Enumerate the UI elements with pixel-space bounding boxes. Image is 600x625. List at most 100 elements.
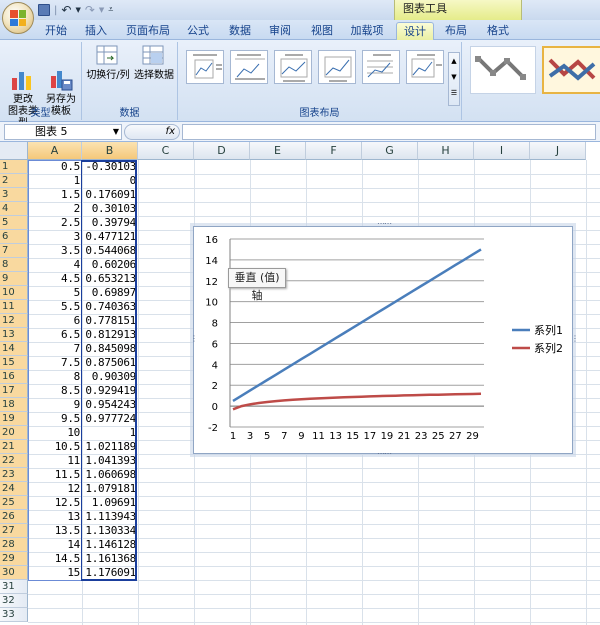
cell-b[interactable]: 1.041393 — [82, 454, 138, 468]
column-header-e[interactable]: E — [250, 142, 306, 160]
cell-b[interactable]: 0.977724 — [82, 412, 138, 426]
switch-row-column-button[interactable]: 切换行/列 — [86, 44, 130, 82]
cell-a[interactable]: 3.5 — [28, 244, 82, 258]
row-header[interactable]: 19 — [0, 412, 28, 426]
cell-b[interactable]: 0.60206 — [82, 258, 138, 272]
insert-function-button[interactable]: fx — [124, 124, 180, 140]
chevron-down-icon[interactable]: ▼ — [113, 125, 119, 139]
row-header[interactable]: 10 — [0, 286, 28, 300]
row-header[interactable]: 1 — [0, 160, 28, 174]
cell-a[interactable]: 12.5 — [28, 496, 82, 510]
row-header[interactable]: 5 — [0, 216, 28, 230]
cell-a[interactable]: 7 — [28, 342, 82, 356]
cell-b[interactable]: 0.544068 — [82, 244, 138, 258]
resize-handle-top[interactable]: ⋯⋯ — [377, 220, 392, 228]
cell-a[interactable]: 2.5 — [28, 216, 82, 230]
row-header[interactable]: 21 — [0, 440, 28, 454]
cell-b[interactable]: 0.778151 — [82, 314, 138, 328]
row-header[interactable]: 3 — [0, 188, 28, 202]
dropdown-icon[interactable]: ▼ — [75, 6, 80, 14]
layout-gallery-scroll[interactable]: ▲ ▼ ☰ — [448, 52, 460, 106]
cell-b[interactable]: 0.30103 — [82, 202, 138, 216]
resize-handle-bottom[interactable]: ⋯⋯ — [377, 450, 392, 458]
cell-b[interactable]: 1.130334 — [82, 524, 138, 538]
cell-a[interactable]: 0.5 — [28, 160, 82, 174]
cell-a[interactable]: 3 — [28, 230, 82, 244]
tab-insert[interactable]: 插入 — [78, 22, 114, 40]
layout-thumbnail-4[interactable] — [318, 50, 356, 84]
tab-review[interactable]: 审阅 — [262, 22, 298, 40]
cell-b[interactable]: 1.161368 — [82, 552, 138, 566]
redo-icon[interactable]: ↷ — [85, 3, 95, 17]
layout-thumbnail-5[interactable] — [362, 50, 400, 84]
cell-b[interactable]: 1.021189 — [82, 440, 138, 454]
cell-a[interactable]: 6.5 — [28, 328, 82, 342]
tab-data[interactable]: 数据 — [222, 22, 258, 40]
cell-a[interactable]: 2 — [28, 202, 82, 216]
cell-b[interactable]: 0.929419 — [82, 384, 138, 398]
dropdown-icon[interactable]: ▼ — [99, 6, 104, 14]
cell-b[interactable]: 1.146128 — [82, 538, 138, 552]
cell-a[interactable]: 10 — [28, 426, 82, 440]
select-data-button[interactable]: 选择数据 — [132, 44, 176, 82]
cell-b[interactable]: 1.113943 — [82, 510, 138, 524]
column-header-j[interactable]: J — [530, 142, 586, 160]
cell-a[interactable]: 5.5 — [28, 300, 82, 314]
tab-view[interactable]: 视图 — [304, 22, 340, 40]
name-box[interactable]: 图表 5 ▼ — [4, 124, 122, 140]
cell-b[interactable]: 0 — [82, 174, 138, 188]
tab-home[interactable]: 开始 — [38, 22, 74, 40]
cell-a[interactable]: 14 — [28, 538, 82, 552]
undo-icon[interactable]: ↶ — [61, 3, 71, 17]
customize-qat-icon[interactable]: ⩡ — [108, 5, 113, 15]
row-header[interactable]: 16 — [0, 370, 28, 384]
cell-b[interactable]: 0.653213 — [82, 272, 138, 286]
scroll-down-icon[interactable]: ▼ — [449, 69, 459, 85]
row-header[interactable]: 7 — [0, 244, 28, 258]
office-button[interactable] — [2, 2, 34, 34]
row-header[interactable]: 18 — [0, 398, 28, 412]
row-header[interactable]: 30 — [0, 566, 28, 580]
column-header-d[interactable]: D — [194, 142, 250, 160]
cell-b[interactable]: 1 — [82, 426, 138, 440]
row-header[interactable]: 22 — [0, 454, 28, 468]
cell-b[interactable]: -0.30103 — [82, 160, 138, 174]
cell-b[interactable]: 0.90309 — [82, 370, 138, 384]
cell-b[interactable]: 1.079181 — [82, 482, 138, 496]
row-header[interactable]: 15 — [0, 356, 28, 370]
row-header[interactable]: 23 — [0, 468, 28, 482]
column-header-c[interactable]: C — [138, 142, 194, 160]
cell-b[interactable]: 0.740363 — [82, 300, 138, 314]
cell-a[interactable]: 1.5 — [28, 188, 82, 202]
chart-style-1[interactable] — [470, 46, 536, 94]
tab-layout[interactable]: 布局 — [438, 22, 474, 40]
row-header[interactable]: 33 — [0, 608, 28, 622]
cell-b[interactable]: 0.39794 — [82, 216, 138, 230]
cell-b[interactable]: 0.812913 — [82, 328, 138, 342]
resize-handle-left[interactable]: ⋮ — [190, 335, 198, 343]
column-header-f[interactable]: F — [306, 142, 362, 160]
cell-b[interactable]: 0.477121 — [82, 230, 138, 244]
row-header[interactable]: 27 — [0, 524, 28, 538]
layout-thumbnail-1[interactable] — [186, 50, 224, 84]
cell-a[interactable]: 10.5 — [28, 440, 82, 454]
cell-a[interactable]: 7.5 — [28, 356, 82, 370]
tab-design[interactable]: 设计 — [396, 22, 434, 40]
cell-a[interactable]: 15 — [28, 566, 82, 580]
cell-a[interactable]: 6 — [28, 314, 82, 328]
row-header[interactable]: 11 — [0, 300, 28, 314]
cell-a[interactable]: 8.5 — [28, 384, 82, 398]
scroll-up-icon[interactable]: ▲ — [449, 53, 459, 69]
tab-addins[interactable]: 加载项 — [344, 22, 390, 40]
cell-a[interactable]: 9.5 — [28, 412, 82, 426]
chart-object[interactable]: -2 0 2 4 6 8 10 12 14 16 1 3 5 7 9 11 13 15 17 19 21 23 25 27 29… — [190, 223, 576, 457]
row-header[interactable]: 14 — [0, 342, 28, 356]
row-header[interactable]: 12 — [0, 314, 28, 328]
cell-a[interactable]: 11.5 — [28, 468, 82, 482]
row-header[interactable]: 24 — [0, 482, 28, 496]
cell-b[interactable]: 1.176091 — [82, 566, 138, 580]
row-header[interactable]: 9 — [0, 272, 28, 286]
row-header[interactable]: 17 — [0, 384, 28, 398]
cell-a[interactable]: 9 — [28, 398, 82, 412]
formula-input[interactable] — [182, 124, 596, 140]
